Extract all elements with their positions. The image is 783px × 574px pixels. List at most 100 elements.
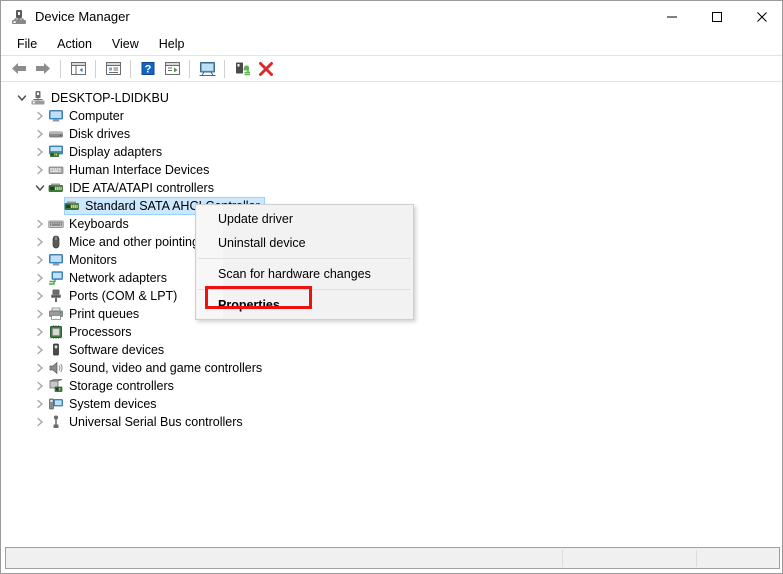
processor-icon xyxy=(48,324,64,340)
chevron-right-icon[interactable] xyxy=(32,216,48,232)
help-icon[interactable]: ? xyxy=(136,57,160,80)
sata-controller-icon xyxy=(64,198,80,214)
tree-row-disk-drives[interactable]: Disk drives xyxy=(6,125,779,143)
update-driver-icon[interactable] xyxy=(160,57,184,80)
menu-action[interactable]: Action xyxy=(47,35,102,54)
tree-row-system-devices[interactable]: System devices xyxy=(6,395,779,413)
chevron-right-icon[interactable] xyxy=(32,288,48,304)
chevron-down-icon[interactable] xyxy=(32,180,48,196)
window-title: Device Manager xyxy=(35,9,130,24)
context-menu-separator xyxy=(198,258,411,259)
enable-device-icon[interactable] xyxy=(230,57,254,80)
printer-icon xyxy=(48,306,64,322)
properties-icon[interactable] xyxy=(101,57,125,80)
tree-label-display-adapters: Display adapters xyxy=(69,145,163,159)
chevron-right-icon[interactable] xyxy=(32,378,48,394)
menu-help[interactable]: Help xyxy=(149,35,195,54)
tree-row-root[interactable]: DESKTOP-LDIDKBU xyxy=(6,89,779,107)
port-icon xyxy=(48,288,64,304)
chevron-right-icon[interactable] xyxy=(32,306,48,322)
toolbar-separator xyxy=(95,59,96,78)
svg-text:?: ? xyxy=(145,64,152,76)
menu-view[interactable]: View xyxy=(102,35,149,54)
ide-controller-icon xyxy=(48,180,64,196)
menu-bar: File Action View Help xyxy=(1,33,782,55)
disk-drive-icon xyxy=(48,126,64,142)
scan-for-hardware-changes-icon[interactable] xyxy=(195,57,219,80)
tree-label-disk-drives: Disk drives xyxy=(69,127,131,141)
chevron-right-icon[interactable] xyxy=(32,234,48,250)
sound-icon xyxy=(48,360,64,376)
context-menu-item-uninstall-device[interactable]: Uninstall device xyxy=(196,231,413,255)
toolbar-separator xyxy=(130,59,131,78)
chevron-right-icon[interactable] xyxy=(32,126,48,142)
hid-icon xyxy=(48,162,64,178)
menu-file[interactable]: File xyxy=(7,35,47,54)
toolbar: ? xyxy=(1,55,782,82)
tree-row-display-adapters[interactable]: Display adapters xyxy=(6,143,779,161)
close-button[interactable] xyxy=(739,1,782,33)
chevron-right-icon[interactable] xyxy=(32,324,48,340)
status-bar xyxy=(5,547,780,569)
uninstall-device-icon[interactable] xyxy=(254,57,278,80)
minimize-button[interactable] xyxy=(649,1,694,33)
mouse-icon xyxy=(48,234,64,250)
tree-label-ide-ata-atapi-controllers: IDE ATA/ATAPI controllers xyxy=(69,181,214,195)
context-menu-item-properties[interactable]: Properties xyxy=(196,293,413,317)
context-menu: Update driver Uninstall device Scan for … xyxy=(195,204,414,320)
system-device-icon xyxy=(48,396,64,412)
chevron-right-icon[interactable] xyxy=(32,270,48,286)
tree-label-root: DESKTOP-LDIDKBU xyxy=(51,91,169,105)
computer-icon xyxy=(48,108,64,124)
tree-label-network-adapters: Network adapters xyxy=(69,271,167,285)
forward-icon[interactable] xyxy=(31,57,55,80)
device-manager-icon xyxy=(10,8,28,26)
usb-controller-icon xyxy=(48,414,64,430)
chevron-right-icon[interactable] xyxy=(32,162,48,178)
tree-label-universal-serial-bus-controllers: Universal Serial Bus controllers xyxy=(69,415,243,429)
computer-root-icon xyxy=(30,90,46,106)
tree-label-human-interface-devices: Human Interface Devices xyxy=(69,163,210,177)
tree-row-sound-video-and-game-controllers[interactable]: Sound, video and game controllers xyxy=(6,359,779,377)
tree-label-print-queues: Print queues xyxy=(69,307,140,321)
status-bar-divider xyxy=(562,550,563,567)
tree-row-human-interface-devices[interactable]: Human Interface Devices xyxy=(6,161,779,179)
show-hide-console-tree-icon[interactable] xyxy=(66,57,90,80)
chevron-right-icon[interactable] xyxy=(32,396,48,412)
back-icon[interactable] xyxy=(7,57,31,80)
network-adapter-icon xyxy=(48,270,64,286)
tree-label-ports-com-lpt: Ports (COM & LPT) xyxy=(69,289,178,303)
tree-row-computer[interactable]: Computer xyxy=(6,107,779,125)
storage-controller-icon xyxy=(48,378,64,394)
tree-row-storage-controllers[interactable]: Storage controllers xyxy=(6,377,779,395)
chevron-right-icon[interactable] xyxy=(32,342,48,358)
tree-label-sound-video-and-game-controllers: Sound, video and game controllers xyxy=(69,361,263,375)
tree-label-system-devices: System devices xyxy=(69,397,157,411)
chevron-right-icon[interactable] xyxy=(32,414,48,430)
display-adapter-icon xyxy=(48,144,64,160)
tree-row-software-devices[interactable]: Software devices xyxy=(6,341,779,359)
maximize-button[interactable] xyxy=(694,1,739,33)
chevron-right-icon[interactable] xyxy=(32,108,48,124)
context-menu-item-scan-for-hardware-changes[interactable]: Scan for hardware changes xyxy=(196,262,413,286)
chevron-down-icon[interactable] xyxy=(14,90,30,106)
chevron-right-icon[interactable] xyxy=(32,144,48,160)
context-menu-item-update-driver[interactable]: Update driver xyxy=(196,207,413,231)
tree-label-software-devices: Software devices xyxy=(69,343,165,357)
tree-row-ide-ata-atapi-controllers[interactable]: IDE ATA/ATAPI controllers xyxy=(6,179,779,197)
software-device-icon xyxy=(48,342,64,358)
tree-label-computer: Computer xyxy=(69,109,124,123)
device-manager-window: Device Manager File Action View Help ? D… xyxy=(0,0,783,574)
status-bar-divider xyxy=(696,550,697,567)
tree-label-monitors: Monitors xyxy=(69,253,117,267)
toolbar-separator xyxy=(224,59,225,78)
chevron-right-icon[interactable] xyxy=(32,360,48,376)
chevron-right-icon[interactable] xyxy=(32,252,48,268)
tree-label-keyboards: Keyboards xyxy=(69,217,129,231)
tree-label-processors: Processors xyxy=(69,325,132,339)
keyboard-icon xyxy=(48,216,64,232)
tree-row-universal-serial-bus-controllers[interactable]: Universal Serial Bus controllers xyxy=(6,413,779,431)
tree-row-processors[interactable]: Processors xyxy=(6,323,779,341)
toolbar-separator xyxy=(189,59,190,78)
context-menu-separator xyxy=(198,289,411,290)
